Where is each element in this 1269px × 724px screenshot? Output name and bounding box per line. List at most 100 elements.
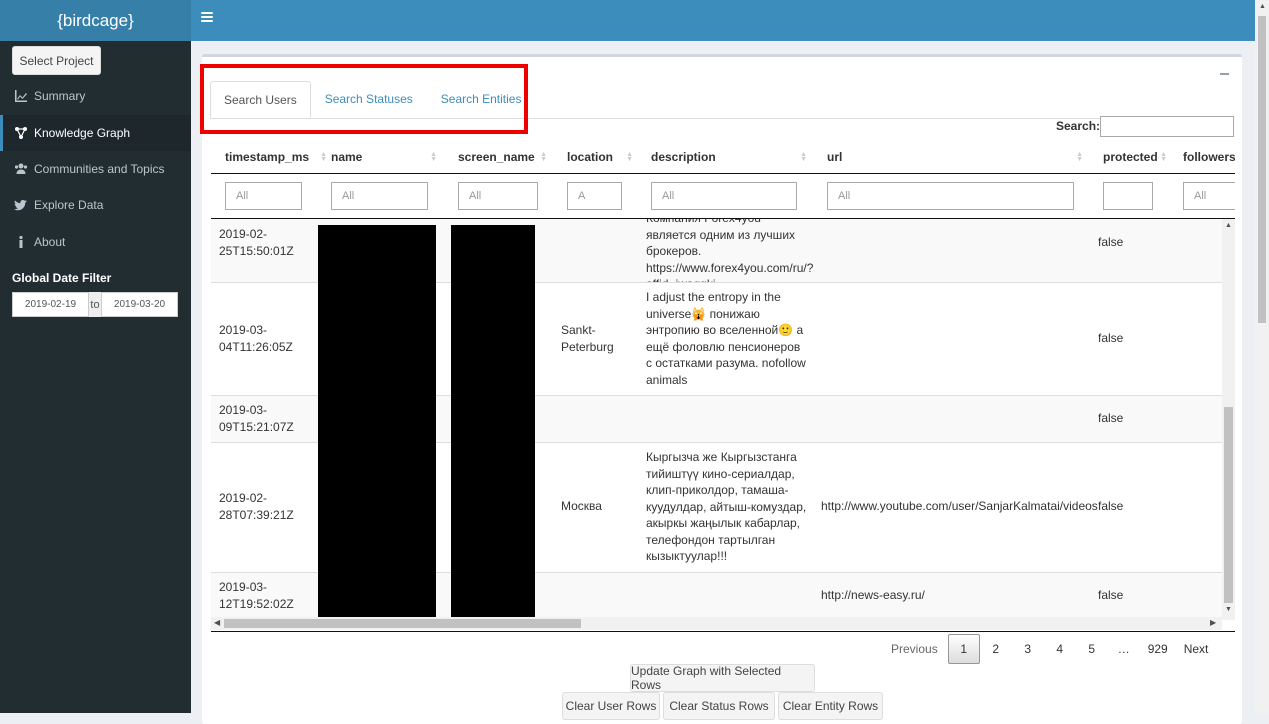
- sidebar-item-label: Knowledge Graph: [34, 126, 131, 140]
- date-filter-label: Global Date Filter: [12, 271, 112, 285]
- cell-timestamp: 2019-02-28T07:39:21Z: [219, 491, 294, 522]
- search-label: Search:: [1056, 119, 1101, 133]
- end-date-input[interactable]: [101, 292, 178, 317]
- clear-entity-rows-button[interactable]: Clear Entity Rows: [778, 692, 883, 720]
- tab-search-users[interactable]: Search Users: [210, 81, 311, 118]
- column-header-label: screen_name: [458, 150, 535, 164]
- cell-protected: false: [1098, 499, 1124, 513]
- sort-icon: ▲ ▼: [626, 151, 633, 163]
- column-header-label: timestamp_ms: [225, 150, 310, 164]
- cell-url[interactable]: http://news-easy.ru/: [821, 587, 925, 604]
- sidebar-item-explore-data[interactable]: Explore Data: [0, 187, 191, 223]
- column-header-label: name: [331, 150, 363, 164]
- page-3-button[interactable]: 3: [1012, 634, 1044, 664]
- cell-location: Москва: [561, 499, 602, 513]
- column-header-screen-name[interactable]: screen_name ▲ ▼: [458, 141, 551, 173]
- column-header-url[interactable]: url ▲ ▼: [827, 141, 1087, 173]
- filter-description[interactable]: All: [651, 182, 797, 210]
- menu-toggle-icon[interactable]: [201, 12, 213, 24]
- scroll-up-icon[interactable]: ▲: [1225, 222, 1232, 229]
- sidebar-item-label: Summary: [34, 89, 86, 103]
- cell-protected: false: [1098, 331, 1124, 345]
- date-range-filter: to: [12, 292, 178, 317]
- pagination: Previous 1 2 3 4 5 … 929 Next: [883, 634, 1216, 664]
- cell-location: Sankt-Peterburg: [561, 323, 614, 354]
- filter-followers[interactable]: All: [1183, 182, 1235, 210]
- column-header-followers[interactable]: followers_: [1183, 141, 1235, 173]
- cell-protected: false: [1098, 411, 1124, 425]
- page-2-button[interactable]: 2: [980, 634, 1012, 664]
- filter-timestamp-ms[interactable]: All: [225, 182, 302, 210]
- previous-page-button[interactable]: Previous: [883, 634, 946, 664]
- clear-status-rows-button[interactable]: Clear Status Rows: [663, 692, 775, 720]
- table-horizontal-scrollbar[interactable]: ◀ ▶: [211, 617, 1222, 630]
- table-bottom-divider: [211, 631, 1235, 632]
- cell-description: I adjust the entropy in the universe🙀 по…: [646, 290, 806, 387]
- sort-icon: ▲ ▼: [1076, 151, 1083, 163]
- sort-icon: ▲ ▼: [430, 151, 437, 163]
- table-body: 2019-02-25T15:50:01Z Компания Forex4you …: [211, 219, 1235, 620]
- scrollbar-thumb[interactable]: [1258, 16, 1266, 323]
- column-header-label: protected: [1103, 150, 1158, 164]
- scroll-up-icon[interactable]: ▲: [1259, 3, 1266, 10]
- page-vertical-scrollbar[interactable]: ▲: [1255, 0, 1269, 713]
- scroll-left-icon[interactable]: ◀: [214, 618, 220, 627]
- users-icon: [14, 163, 28, 174]
- filter-screen-name[interactable]: All: [458, 182, 538, 210]
- select-project-button[interactable]: Select Project: [12, 46, 101, 75]
- scroll-right-icon[interactable]: ▶: [1210, 618, 1216, 627]
- filter-protected[interactable]: [1103, 182, 1153, 210]
- twitter-icon: [14, 200, 27, 211]
- page-1-button[interactable]: 1: [947, 634, 980, 664]
- app-brand[interactable]: {birdcage}: [0, 0, 191, 41]
- cell-protected: false: [1098, 588, 1124, 602]
- filter-url[interactable]: All: [827, 182, 1074, 210]
- info-icon: [19, 235, 23, 248]
- tab-search-statuses[interactable]: Search Statuses: [311, 81, 427, 117]
- column-header-label: followers_: [1183, 150, 1235, 164]
- sort-icon: ▲ ▼: [1160, 151, 1167, 163]
- column-header-timestamp-ms[interactable]: timestamp_ms ▲ ▼: [225, 141, 331, 173]
- cell-url[interactable]: http://www.youtube.com/user/SanjarKalmat…: [821, 498, 1098, 515]
- column-header-label: url: [827, 150, 843, 164]
- page-929-button[interactable]: 929: [1140, 634, 1176, 664]
- start-date-input[interactable]: [12, 292, 89, 317]
- next-page-button[interactable]: Next: [1176, 634, 1217, 664]
- scrollbar-thumb[interactable]: [1224, 407, 1233, 603]
- collapse-box-icon[interactable]: [1220, 73, 1229, 75]
- sort-icon: ▲ ▼: [320, 151, 327, 163]
- sidebar-item-label: About: [34, 235, 66, 249]
- sidebar-item-summary[interactable]: Summary: [0, 78, 191, 114]
- cell-protected: false: [1098, 235, 1124, 249]
- sort-icon: ▲ ▼: [540, 151, 547, 163]
- tab-search-entities[interactable]: Search Entities: [427, 81, 536, 117]
- column-header-name[interactable]: name ▲ ▼: [331, 141, 441, 173]
- cell-timestamp: 2019-02-25T15:50:01Z: [219, 227, 294, 258]
- column-header-location[interactable]: location ▲ ▼: [567, 141, 637, 173]
- users-table: timestamp_ms ▲ ▼ name ▲ ▼ screen_name ▲ ▼ loca…: [211, 141, 1235, 631]
- sidebar: Select Project Summary Knowledge Graph C…: [0, 41, 191, 713]
- sidebar-item-communities-and-topics[interactable]: Communities and Topics: [0, 151, 191, 187]
- page-5-button[interactable]: 5: [1076, 634, 1108, 664]
- clear-user-rows-button[interactable]: Clear User Rows: [562, 692, 660, 720]
- scrollbar-thumb[interactable]: [224, 619, 581, 628]
- cell-timestamp: 2019-03-12T19:52:02Z: [219, 580, 294, 611]
- column-header-description[interactable]: description ▲ ▼: [651, 141, 811, 173]
- filter-name[interactable]: All: [331, 182, 428, 210]
- column-header-label: location: [567, 150, 614, 164]
- sidebar-item-about[interactable]: About: [0, 224, 191, 260]
- table-vertical-scrollbar[interactable]: ▲ ▼: [1222, 219, 1235, 620]
- update-graph-button[interactable]: Update Graph with Selected Rows: [630, 664, 815, 692]
- page-4-button[interactable]: 4: [1044, 634, 1076, 664]
- table-search-input[interactable]: [1100, 116, 1234, 137]
- scroll-down-icon[interactable]: ▼: [1225, 606, 1232, 613]
- cell-description: Кыргызча же Кыргызстанга тийиштүү кино-с…: [646, 450, 807, 563]
- filter-location[interactable]: A: [567, 182, 622, 210]
- redacted-screen-name-column: [451, 225, 535, 620]
- sidebar-item-knowledge-graph[interactable]: Knowledge Graph: [0, 115, 191, 151]
- column-header-protected[interactable]: protected ▲ ▼: [1103, 141, 1171, 173]
- cell-timestamp: 2019-03-04T11:26:05Z: [219, 323, 293, 354]
- redacted-name-column: [318, 225, 436, 620]
- top-navbar: [191, 0, 1255, 41]
- line-chart-icon: [15, 90, 27, 102]
